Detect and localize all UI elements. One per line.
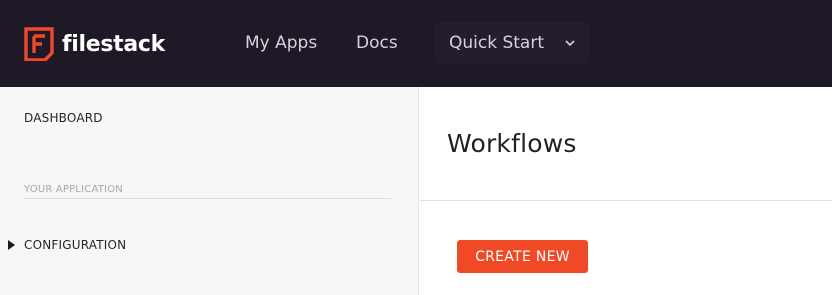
sidebar-item-label: CONFIGURATION <box>24 238 127 252</box>
nav-my-apps[interactable]: My Apps <box>245 32 317 54</box>
quick-start-label: Quick Start <box>449 33 545 53</box>
create-new-button[interactable]: CREATE NEW <box>457 240 588 273</box>
top-navigation-bar: filestack My Apps Docs Quick Start <box>0 0 832 87</box>
sidebar-item-configuration[interactable]: CONFIGURATION <box>8 238 126 252</box>
filestack-logo-icon <box>24 27 54 61</box>
nav-docs[interactable]: Docs <box>356 32 398 54</box>
page-title: Workflows <box>447 129 577 158</box>
chevron-down-icon <box>565 40 575 47</box>
quick-start-dropdown[interactable]: Quick Start <box>435 22 589 64</box>
sidebar-section-label: YOUR APPLICATION <box>24 184 123 195</box>
content-divider <box>420 200 832 201</box>
filestack-logo[interactable]: filestack <box>24 27 165 61</box>
logo-text: filestack <box>62 31 166 57</box>
sidebar-item-dashboard[interactable]: DASHBOARD <box>24 111 103 125</box>
main-content: Workflows CREATE NEW <box>420 87 832 295</box>
sidebar: DASHBOARD YOUR APPLICATION CONFIGURATION <box>0 87 419 295</box>
sidebar-divider <box>24 198 391 199</box>
caret-right-icon <box>8 240 15 250</box>
